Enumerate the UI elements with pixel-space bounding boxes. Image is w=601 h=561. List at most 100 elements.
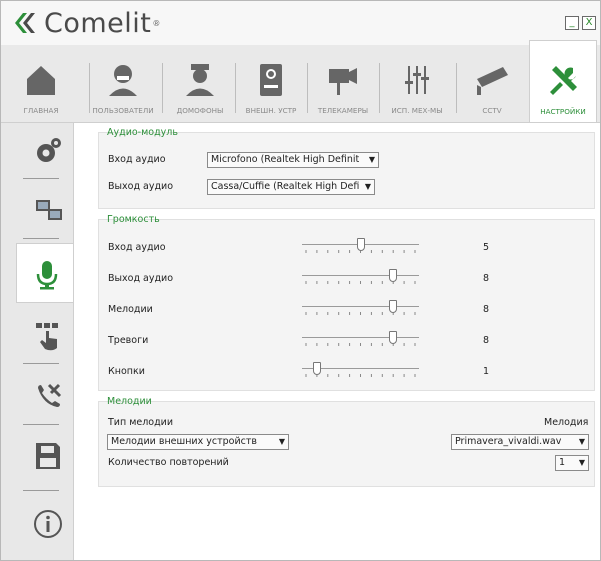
sidebar-item-save[interactable]	[15, 428, 75, 484]
sidebar-item-network[interactable]	[15, 183, 75, 239]
user-icon	[109, 65, 137, 96]
sidebar-item-phone-tools[interactable]	[15, 368, 75, 424]
tab-intercoms-label: ДОМОФОНЫ	[176, 106, 224, 115]
tab-actuators[interactable]: ИСП. МЕХ-МЫ	[381, 55, 453, 121]
tab-cctv-label: CCTV	[482, 106, 502, 115]
settings-content: Аудио-модуль Вход аудио Microfono (Realt…	[73, 123, 600, 560]
gear-icon	[37, 138, 61, 162]
slider-thumb[interactable]	[389, 269, 398, 282]
tab-intercoms[interactable]: ДОМОФОНЫ	[164, 55, 236, 121]
slider-thumb[interactable]	[389, 331, 398, 344]
tab-home[interactable]: ГЛАВНАЯ	[5, 55, 77, 121]
volume-slider[interactable]	[302, 238, 419, 258]
slider-ticks	[305, 374, 416, 377]
audio-input-label: Вход аудио	[108, 154, 166, 165]
volume-value: 5	[483, 242, 490, 253]
volume-slider[interactable]	[302, 362, 419, 382]
volume-slider[interactable]	[302, 300, 419, 320]
comelit-logo: Comelit ®	[13, 7, 160, 39]
chevron-down-icon: ▼	[368, 155, 375, 164]
slider-track	[302, 337, 419, 338]
sidebar-item-audio[interactable]	[16, 243, 74, 303]
repeat-count-label: Количество повторений	[108, 457, 229, 468]
melodies-title: Мелодии	[107, 396, 152, 407]
cctv-icon	[477, 67, 508, 95]
chevron-down-icon: ▼	[364, 182, 371, 191]
volume-slider[interactable]	[302, 331, 419, 351]
microphone-icon	[36, 261, 58, 290]
doorman-icon	[186, 64, 214, 96]
volume-title: Громкость	[107, 214, 160, 225]
melody-type-label: Тип мелодии	[108, 417, 174, 428]
melody-value: Primavera_vivaldi.wav	[455, 436, 562, 447]
tab-settings[interactable]: НАСТРОЙКИ	[529, 40, 597, 122]
brand-name: Comelit	[44, 7, 152, 39]
audio-input-select[interactable]: Microfono (Realtek High Definit ▼	[207, 152, 379, 168]
slider-track	[302, 306, 419, 307]
sidebar-item-info[interactable]	[15, 495, 75, 551]
audio-output-select[interactable]: Cassa/Cuffie (Realtek High Defi ▼	[207, 179, 375, 195]
repeat-count-value: 1	[559, 457, 566, 468]
volume-value: 8	[483, 304, 490, 315]
volume-value: 1	[483, 366, 490, 377]
melody-type-value: Мелодии внешних устройств	[111, 436, 257, 447]
touch-icon	[36, 323, 58, 351]
melodies-group: Мелодии Тип мелодии Мелодии внешних устр…	[98, 396, 595, 487]
slider-ticks	[305, 281, 416, 284]
info-icon	[34, 510, 62, 538]
volume-row-label: Кнопки	[108, 366, 145, 377]
volume-slider[interactable]	[302, 269, 419, 289]
slider-ticks	[305, 312, 416, 315]
network-icon	[36, 200, 62, 220]
audio-output-value: Cassa/Cuffie (Realtek High Defi	[211, 181, 360, 192]
tab-cameras[interactable]: ТЕЛЕКАМЕРЫ	[307, 55, 379, 121]
app-window: Comelit ® _ X ГЛАВНАЯ ПОЛЬЗОВАТЕЛИ ДОМОФО…	[0, 0, 601, 561]
logo-mark-icon	[15, 13, 35, 33]
actuator-icon	[405, 66, 429, 94]
settings-tools-icon	[550, 66, 577, 95]
volume-row-label: Вход аудио	[108, 242, 166, 253]
volume-row-label: Тревоги	[108, 335, 149, 346]
volume-row-label: Выход аудио	[108, 273, 174, 284]
melody-label: Мелодия	[544, 417, 589, 428]
tab-cctv[interactable]: CCTV	[457, 55, 527, 121]
tab-actuators-label: ИСП. МЕХ-МЫ	[391, 106, 443, 115]
slider-track	[302, 275, 419, 276]
registered-mark: ®	[152, 18, 161, 28]
melody-select[interactable]: Primavera_vivaldi.wav ▼	[451, 434, 589, 450]
tab-users[interactable]: ПОЛЬЗОВАТЕЛИ	[87, 55, 159, 121]
sidebar-item-general[interactable]	[15, 123, 75, 179]
slider-thumb[interactable]	[312, 362, 321, 375]
door-panel-icon	[260, 64, 282, 96]
tab-external-devices[interactable]: ВНЕШН. УСТР	[235, 55, 307, 121]
sidebar-item-touch[interactable]	[15, 308, 75, 364]
close-button[interactable]: X	[582, 16, 596, 30]
volume-value: 8	[483, 273, 490, 284]
tab-cameras-label: ТЕЛЕКАМЕРЫ	[317, 106, 369, 115]
slider-thumb[interactable]	[389, 300, 398, 313]
audio-input-value: Microfono (Realtek High Definit	[211, 154, 360, 165]
volume-value: 8	[483, 335, 490, 346]
sidebar	[1, 123, 75, 560]
tab-settings-label: НАСТРОЙКИ	[540, 107, 586, 116]
slider-thumb[interactable]	[356, 238, 365, 251]
camera-icon	[329, 68, 357, 95]
tab-home-label: ГЛАВНАЯ	[23, 106, 59, 115]
audio-output-label: Выход аудио	[108, 181, 174, 192]
volume-row-label: Мелодии	[108, 304, 153, 315]
home-icon	[27, 66, 55, 95]
repeat-count-select[interactable]: 1 ▼	[555, 455, 589, 471]
chevron-down-icon: ▼	[578, 437, 585, 446]
chevron-down-icon: ▼	[278, 437, 285, 446]
chevron-down-icon: ▼	[578, 458, 585, 467]
title-bar: Comelit ® _ X	[1, 1, 600, 45]
phone-tools-icon	[38, 383, 62, 407]
tab-external-devices-label: ВНЕШН. УСТР	[245, 106, 297, 115]
main-tab-bar: ГЛАВНАЯ ПОЛЬЗОВАТЕЛИ ДОМОФОНЫ ВНЕШН. УСТ…	[1, 40, 600, 123]
melody-type-select[interactable]: Мелодии внешних устройств ▼	[107, 434, 289, 450]
minimize-button[interactable]: _	[565, 16, 579, 30]
audio-module-title: Аудио-модуль	[107, 127, 178, 138]
audio-module-group: Аудио-модуль Вход аудио Microfono (Realt…	[98, 127, 595, 209]
volume-group: Громкость Вход аудио 5 Выход аудио 8 Мелодии…	[98, 214, 595, 391]
slider-ticks	[305, 343, 416, 346]
